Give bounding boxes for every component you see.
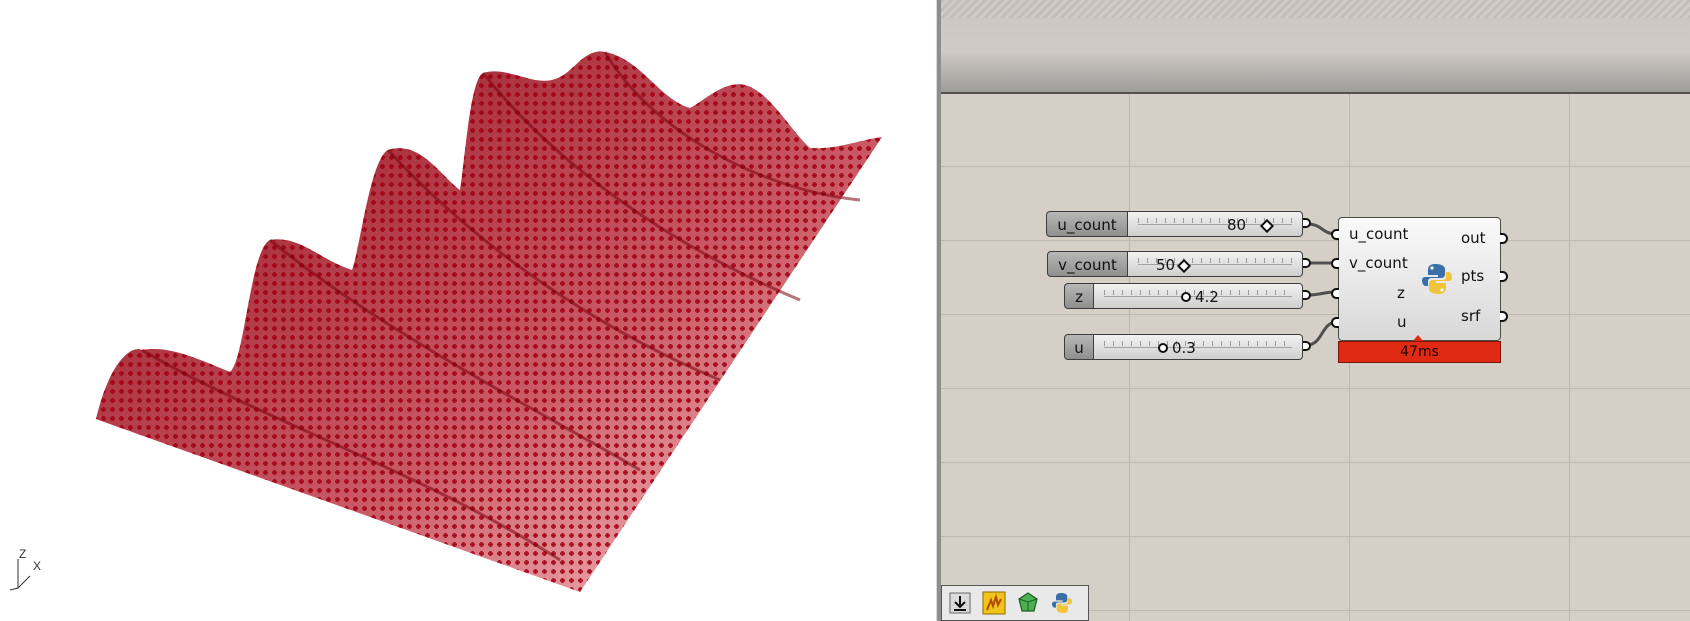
output-label-srf: srf: [1461, 307, 1481, 325]
input-label-z: z: [1397, 284, 1405, 302]
slider-value: 0.3: [1172, 339, 1196, 357]
download-icon: [949, 592, 971, 614]
slider-track[interactable]: 0.3: [1094, 334, 1303, 360]
slider-value: 4.2: [1195, 288, 1219, 306]
slider-grip[interactable]: [1158, 343, 1168, 353]
python-icon: [1052, 593, 1072, 613]
download-button[interactable]: [947, 590, 973, 616]
rhino-viewport[interactable]: Z X: [0, 0, 936, 621]
input-port-v-count[interactable]: [1331, 258, 1339, 269]
input-port-u-count[interactable]: [1331, 229, 1339, 240]
input-port-z[interactable]: [1331, 288, 1339, 299]
input-label-u: u: [1397, 313, 1407, 331]
grasshopper-canvas[interactable]: u_count 80 v_count 50 z 4.2 u 0.3 u_coun…: [941, 0, 1690, 621]
python-button[interactable]: [1049, 590, 1075, 616]
output-label-out: out: [1461, 229, 1486, 247]
slider-grip[interactable]: [1181, 292, 1191, 302]
wave-surface: [96, 51, 882, 592]
axis-gizmo: Z X: [9, 547, 41, 591]
python-component[interactable]: u_count v_count z u out pts srf: [1331, 217, 1508, 341]
slider-track[interactable]: 50: [1128, 251, 1303, 277]
preview-button[interactable]: [981, 590, 1007, 616]
slider-value: 80: [1227, 216, 1247, 234]
python-icon: [1422, 264, 1452, 294]
x-axis-label: X: [33, 559, 41, 573]
input-label-v-count: v_count: [1349, 254, 1408, 272]
output-label-pts: pts: [1461, 267, 1485, 285]
canvas-toolbar: [941, 585, 1089, 621]
profiler-timing-bar: 47ms: [1338, 341, 1501, 363]
slider-track[interactable]: 4.2: [1094, 283, 1303, 309]
z-axis-label: Z: [19, 547, 26, 561]
gem-button[interactable]: [1015, 590, 1041, 616]
wires: [1306, 222, 1338, 347]
gem-icon: [1018, 592, 1038, 612]
slider-track[interactable]: 80: [1128, 211, 1303, 237]
input-port-u[interactable]: [1331, 317, 1339, 328]
preview-icon: [982, 591, 1006, 615]
slider-label: u: [1064, 334, 1094, 360]
slider-value: 50: [1156, 256, 1176, 274]
slider-label: u_count: [1046, 211, 1128, 237]
input-label-u-count: u_count: [1349, 225, 1409, 243]
slider-label: z: [1064, 283, 1094, 309]
slider-label: v_count: [1047, 251, 1128, 277]
